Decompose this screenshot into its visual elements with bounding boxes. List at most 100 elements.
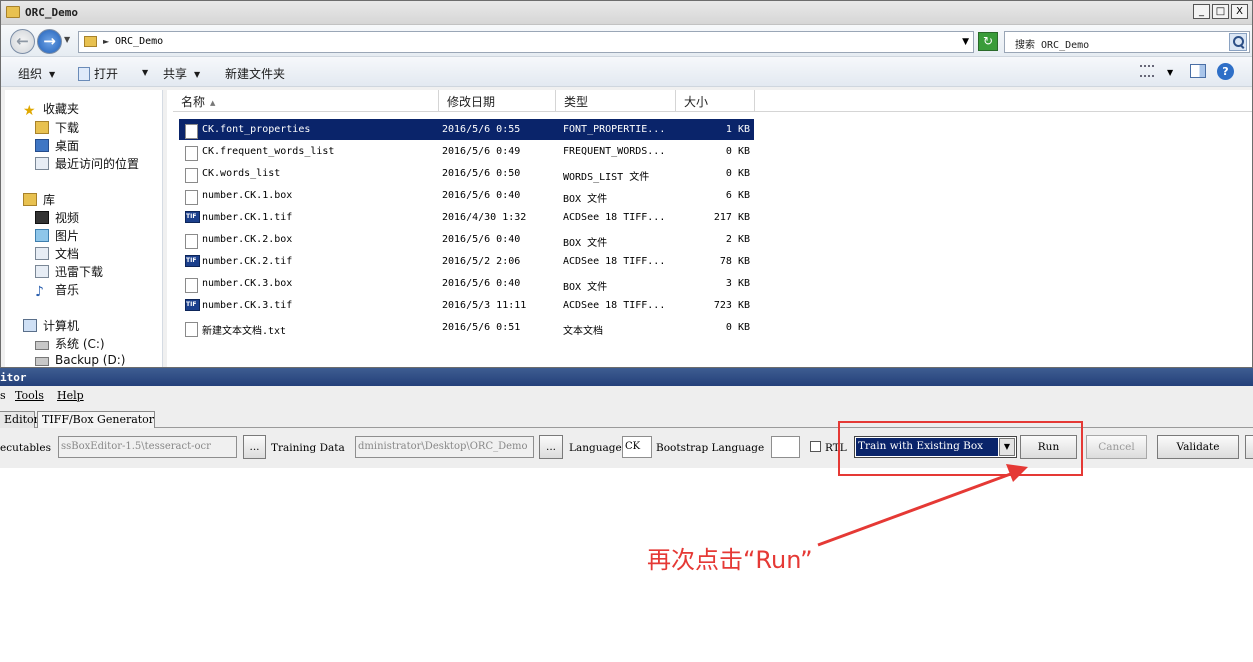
breadcrumb-chevron-icon[interactable]: ► [103, 37, 109, 46]
address-dropdown-icon[interactable]: ▼ [962, 37, 969, 47]
nav-drive-d[interactable]: Backup (D:) [35, 353, 125, 367]
nav-label: 图片 [55, 229, 80, 243]
file-type: BOX 文件 [563, 238, 608, 249]
preview-pane-icon[interactable] [1190, 64, 1206, 78]
file-row[interactable]: number.CK.3.tif 2016/5/3 11:11 ACDSee 18 T… [179, 295, 754, 316]
browse-training-data-button[interactable]: ... [539, 435, 563, 459]
column-header-size[interactable]: 大小 [676, 90, 755, 112]
column-header-type[interactable]: 类型 [556, 90, 676, 112]
nav-label: 收藏夹 [43, 102, 80, 116]
view-options-icon[interactable] [1140, 65, 1154, 77]
annotation-text: 再次点击“Run” [647, 546, 813, 574]
nav-pictures[interactable]: 图片 [35, 227, 79, 244]
menu-file[interactable]: s [0, 389, 6, 402]
file-row[interactable]: CK.frequent_words_list 2016/5/6 0:49 FREQU… [179, 141, 754, 162]
file-date: 2016/5/6 0:40 [442, 234, 521, 245]
file-type: 文本文档 [563, 326, 603, 337]
file-name: number.CK.1.tif [202, 212, 293, 223]
tab-tiff-box-generator[interactable]: TIFF/Box Generator [37, 411, 155, 428]
cancel-button[interactable]: Cancel [1086, 435, 1147, 459]
file-row[interactable]: 新建文本文档.txt 2016/5/6 0:51 文本文档 0 KB [179, 317, 754, 338]
file-row[interactable]: number.CK.3.box 2016/5/6 0:40 BOX 文件 3 KB [179, 273, 754, 294]
column-header-name[interactable]: 名称 ▲ [173, 90, 439, 112]
editor-titlebar[interactable]: itor [0, 368, 1253, 386]
breadcrumb[interactable]: ORC_Demo [115, 36, 163, 47]
address-bar[interactable]: ► ORC_Demo ▼ [78, 31, 974, 53]
search-input[interactable]: 搜索 ORC_Demo [1004, 31, 1250, 53]
file-row[interactable]: number.CK.2.box 2016/5/6 0:40 BOX 文件 2 KB [179, 229, 754, 250]
nav-xunlei[interactable]: 迅雷下载 [35, 263, 103, 280]
file-size: 0 KB [725, 146, 750, 157]
maximize-button[interactable]: □ [1212, 4, 1229, 19]
recent-places-icon [35, 157, 49, 170]
refresh-button[interactable]: ↻ [978, 32, 998, 51]
forward-button[interactable]: → [37, 29, 62, 54]
menu-label: Help [57, 389, 84, 402]
file-type: ACDSee 18 TIFF... [563, 256, 666, 267]
browse-executables-button[interactable]: ... [243, 435, 266, 459]
nav-label: 音乐 [55, 283, 80, 297]
file-row[interactable]: number.CK.2.tif 2016/5/2 2:06 ACDSee 18 TI… [179, 251, 754, 272]
file-name: CK.frequent_words_list [202, 146, 335, 157]
file-row[interactable]: number.CK.1.box 2016/5/6 0:40 BOX 文件 6 KB [179, 185, 754, 206]
nav-documents[interactable]: 文档 [35, 245, 79, 262]
explorer-titlebar[interactable]: ORC_Demo _ □ X [1, 1, 1252, 25]
validate-button[interactable]: Validate [1157, 435, 1239, 459]
window-controls: _ □ X [1193, 4, 1248, 19]
column-label: 名称 [181, 95, 206, 109]
open-dropdown-button[interactable]: ▼ [135, 65, 148, 79]
nav-computer[interactable]: 计算机 [23, 317, 79, 334]
file-date: 2016/5/6 0:40 [442, 278, 521, 289]
file-size: 0 KB [725, 322, 750, 333]
nav-drive-c[interactable]: 系统 (C:) [35, 335, 105, 352]
menu-help[interactable]: Help [57, 389, 84, 402]
document-icon [35, 247, 49, 260]
nav-libraries[interactable]: 库 [23, 191, 55, 208]
menu-tools[interactable]: Tools [15, 389, 44, 402]
desktop-icon [35, 139, 49, 152]
nav-recent[interactable]: 最近访问的位置 [35, 155, 139, 172]
file-row[interactable]: number.CK.1.tif 2016/4/30 1:32 ACDSee 18 T… [179, 207, 754, 228]
file-name: number.CK.3.tif [202, 300, 293, 311]
minimize-button[interactable]: _ [1193, 4, 1210, 19]
history-dropdown-icon[interactable]: ▼ [64, 35, 70, 44]
nav-desktop[interactable]: 桌面 [35, 137, 79, 154]
share-button[interactable]: 共享 ▼ [163, 65, 200, 82]
close-button[interactable]: X [1231, 4, 1248, 19]
menu-bar: s Tools Help [0, 386, 1253, 406]
drive-icon [35, 341, 49, 350]
folder-icon [6, 6, 20, 18]
language-field[interactable]: CK [622, 436, 652, 458]
nav-videos[interactable]: 视频 [35, 209, 79, 226]
search-icon[interactable] [1229, 33, 1247, 51]
overflow-button[interactable] [1245, 435, 1253, 459]
file-date: 2016/5/3 11:11 [442, 300, 527, 311]
rtl-checkbox[interactable] [810, 441, 821, 452]
file-name: CK.font_properties [202, 124, 311, 135]
address-row: ← → ▼ ► ORC_Demo ▼ ↻ 搜索 ORC_Demo [1, 25, 1252, 57]
chevron-down-icon[interactable]: ▼ [1167, 68, 1173, 77]
file-size: 0 KB [725, 168, 750, 179]
nav-music[interactable]: ♪ 音乐 [35, 281, 79, 299]
file-row[interactable]: CK.words_list 2016/5/6 0:50 WORDS_LIST 文件 0… [179, 163, 754, 184]
column-header-date[interactable]: 修改日期 [439, 90, 556, 112]
window-title: ORC_Demo [25, 6, 78, 19]
executables-field[interactable]: ssBoxEditor-1.5\tesseract-ocr [58, 436, 237, 458]
file-date: 2016/5/6 0:51 [442, 322, 521, 333]
organize-button[interactable]: 组织 ▼ [18, 65, 55, 82]
file-size: 3 KB [725, 278, 750, 289]
computer-icon [23, 319, 37, 332]
new-folder-button[interactable]: 新建文件夹 [225, 65, 285, 82]
tab-box-editor[interactable]: Editor [0, 411, 39, 428]
back-button[interactable]: ← [10, 29, 35, 54]
nav-favorites[interactable]: ★ 收藏夹 [23, 100, 79, 119]
nav-downloads[interactable]: 下载 [35, 119, 79, 136]
file-row[interactable]: CK.font_properties 2016/5/6 0:55 FONT_PROP… [179, 119, 754, 140]
open-label: 打开 [94, 67, 119, 81]
open-button[interactable]: 打开 [78, 65, 118, 82]
training-data-field[interactable]: dministrator\Desktop\ORC_Demo [355, 436, 534, 458]
help-icon[interactable]: ? [1217, 63, 1234, 80]
file-date: 2016/5/6 0:50 [442, 168, 521, 179]
file-type: BOX 文件 [563, 282, 608, 293]
bootstrap-language-field[interactable] [771, 436, 800, 458]
